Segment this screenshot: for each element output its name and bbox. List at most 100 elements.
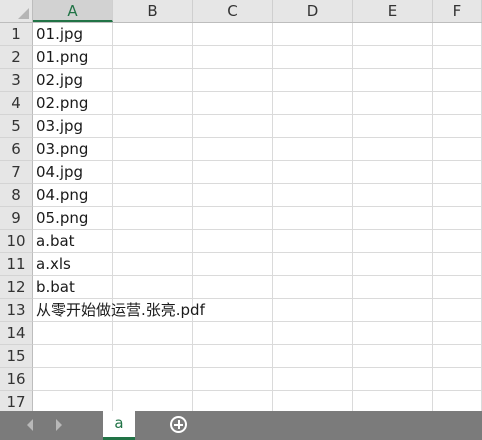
cell-f[interactable] [433,299,482,322]
cell-f[interactable] [433,253,482,276]
cell-d[interactable] [273,161,353,184]
cell-c[interactable] [193,230,273,253]
cell-d[interactable] [273,115,353,138]
plus-circle-icon[interactable] [170,416,187,433]
cell-f[interactable] [433,46,482,69]
cell-f[interactable] [433,138,482,161]
cell-c[interactable] [193,184,273,207]
cell-f[interactable] [433,115,482,138]
row-header[interactable]: 11 [0,253,33,276]
chevron-left-icon[interactable] [27,419,33,431]
select-all-corner[interactable] [0,0,33,22]
cell-d[interactable] [273,138,353,161]
row-header[interactable]: 16 [0,368,33,391]
cell-e[interactable] [353,92,433,115]
cell-a[interactable]: a.bat [33,230,113,253]
row-header[interactable]: 7 [0,161,33,184]
cell-e[interactable] [353,368,433,391]
cell-c[interactable] [193,322,273,345]
cell-f[interactable] [433,23,482,46]
cell-a[interactable]: 04.png [33,184,113,207]
cell-f[interactable] [433,368,482,391]
row-header[interactable]: 13 [0,299,33,322]
row-header[interactable]: 10 [0,230,33,253]
chevron-right-icon[interactable] [56,419,62,431]
cell-f[interactable] [433,322,482,345]
cell-f[interactable] [433,230,482,253]
cell-f[interactable] [433,276,482,299]
cell-e[interactable] [353,345,433,368]
cell-e[interactable] [353,299,433,322]
row-header[interactable]: 6 [0,138,33,161]
cell-b[interactable] [113,184,193,207]
cell-d[interactable] [273,253,353,276]
cell-c[interactable] [193,161,273,184]
cell-a[interactable]: a.xls [33,253,113,276]
cell-f[interactable] [433,207,482,230]
sheet-tab-a[interactable]: a [103,411,135,440]
cell-b[interactable] [113,230,193,253]
cell-d[interactable] [273,276,353,299]
cell-d[interactable] [273,46,353,69]
cell-f[interactable] [433,391,482,411]
cell-c[interactable] [193,391,273,411]
cell-b[interactable] [113,253,193,276]
cell-b[interactable] [113,276,193,299]
cell-d[interactable] [273,23,353,46]
cell-b[interactable] [113,345,193,368]
column-header-e[interactable]: E [353,0,433,22]
cell-a[interactable] [33,391,113,411]
cell-b[interactable] [113,368,193,391]
cell-f[interactable] [433,345,482,368]
cell-a[interactable]: 01.png [33,46,113,69]
row-header[interactable]: 1 [0,23,33,46]
cell-d[interactable] [273,69,353,92]
cell-d[interactable] [273,230,353,253]
cell-d[interactable] [273,184,353,207]
column-header-b[interactable]: B [113,0,193,22]
row-header[interactable]: 12 [0,276,33,299]
row-header[interactable]: 3 [0,69,33,92]
cell-e[interactable] [353,253,433,276]
column-header-f[interactable]: F [433,0,482,22]
cell-e[interactable] [353,230,433,253]
cell-c[interactable] [193,345,273,368]
cell-c[interactable] [193,276,273,299]
cell-c[interactable] [193,138,273,161]
row-header[interactable]: 4 [0,92,33,115]
cell-b[interactable] [113,92,193,115]
cell-e[interactable] [353,23,433,46]
cell-c[interactable] [193,69,273,92]
cell-c[interactable] [193,368,273,391]
cell-d[interactable] [273,368,353,391]
cell-a[interactable]: 05.png [33,207,113,230]
column-header-a[interactable]: A [33,0,113,22]
row-header[interactable]: 14 [0,322,33,345]
cell-a[interactable]: 01.jpg [33,23,113,46]
cell-c[interactable] [193,115,273,138]
row-header[interactable]: 2 [0,46,33,69]
cell-a[interactable]: 03.jpg [33,115,113,138]
cell-b[interactable] [113,69,193,92]
cell-a[interactable]: 从零开始做运营.张亮.pdf [33,299,205,322]
column-header-c[interactable]: C [193,0,273,22]
cell-c[interactable] [193,23,273,46]
cell-a[interactable] [33,345,113,368]
cell-b[interactable] [113,207,193,230]
cell-c[interactable] [193,299,273,322]
cell-b[interactable] [113,23,193,46]
cell-d[interactable] [273,92,353,115]
cell-e[interactable] [353,115,433,138]
cell-b[interactable] [113,391,193,411]
cell-e[interactable] [353,161,433,184]
cell-b[interactable] [113,161,193,184]
cell-c[interactable] [193,46,273,69]
cell-b[interactable] [113,138,193,161]
cell-b[interactable] [113,115,193,138]
cell-b[interactable] [113,46,193,69]
cell-a[interactable] [33,322,113,345]
cell-f[interactable] [433,69,482,92]
cell-f[interactable] [433,92,482,115]
cell-a[interactable]: 02.jpg [33,69,113,92]
cell-e[interactable] [353,46,433,69]
